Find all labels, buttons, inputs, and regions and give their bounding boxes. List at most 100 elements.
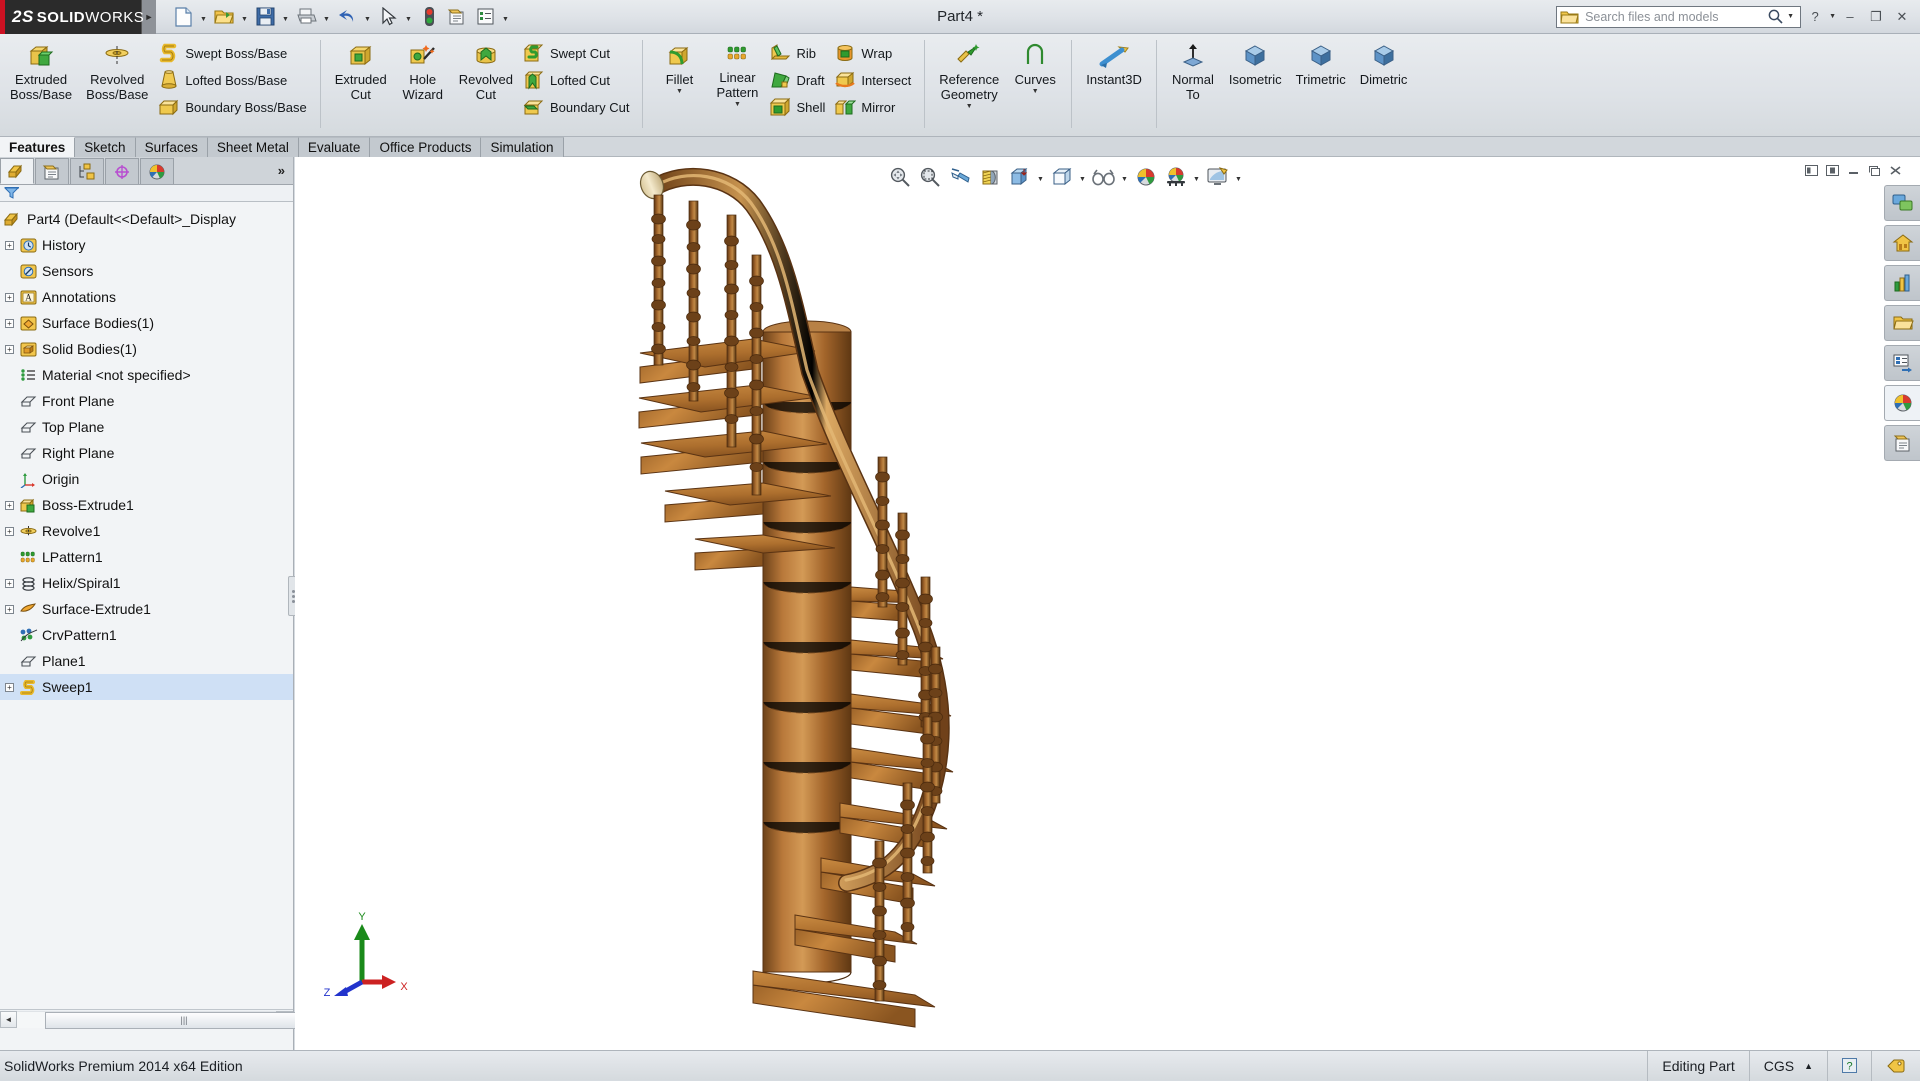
feature-manager-tab[interactable] — [0, 158, 34, 184]
normal-to-button[interactable]: Normal To — [1164, 37, 1222, 105]
lofted-cut-button[interactable]: Lofted Cut — [520, 67, 636, 93]
close-doc-button[interactable] — [1887, 163, 1904, 178]
scroll-track[interactable]: ||| — [17, 1011, 276, 1028]
tree-item-boss-extrude1[interactable]: + Boss-Extrude1 — [0, 492, 293, 518]
expand-boss-extrude1-toggle[interactable]: + — [2, 492, 17, 518]
open-document-dropdown[interactable]: ▼ — [239, 4, 250, 30]
new-document-dropdown[interactable]: ▼ — [198, 4, 209, 30]
tree-item-top-plane[interactable]: Top Plane — [0, 414, 293, 440]
minimize-doc-button[interactable] — [1845, 163, 1862, 178]
configuration-manager-tab[interactable] — [70, 158, 104, 184]
boundary-cut-button[interactable]: Boundary Cut — [520, 94, 636, 120]
select-cursor-button[interactable] — [375, 4, 401, 30]
options-dropdown[interactable]: ▼ — [500, 4, 511, 30]
undo-dropdown[interactable]: ▼ — [362, 4, 373, 30]
tab-sheet-metal[interactable]: Sheet Metal — [208, 137, 299, 157]
view-palette-button[interactable] — [1884, 345, 1920, 381]
new-document-button[interactable] — [170, 4, 196, 30]
isometric-button[interactable]: Isometric — [1222, 37, 1289, 90]
tree-item-annotations[interactable]: + A Annotations — [0, 284, 293, 310]
expand-annotations-toggle[interactable]: + — [2, 284, 17, 310]
tree-item-solid-bodies[interactable]: + Solid Bodies(1) — [0, 336, 293, 362]
tab-simulation[interactable]: Simulation — [481, 137, 563, 157]
curves-dropdown[interactable]: ▼ — [1032, 88, 1039, 96]
tree-item-surface-extrude1[interactable]: + Surface-Extrude1 — [0, 596, 293, 622]
lofted-boss-base-button[interactable]: Lofted Boss/Base — [155, 67, 312, 93]
tree-item-lpattern1[interactable]: LPattern1 — [0, 544, 293, 570]
options-button[interactable] — [472, 4, 498, 30]
expand-solid-bodies-toggle[interactable]: + — [2, 336, 17, 362]
tab-features[interactable]: Features — [0, 137, 75, 157]
minimize-window-button[interactable]: – — [1838, 6, 1862, 28]
tab-office-products[interactable]: Office Products — [370, 137, 481, 157]
print-document-button[interactable] — [293, 4, 319, 30]
expand-surface-extrude1-toggle[interactable]: + — [2, 596, 17, 622]
tree-item-front-plane[interactable]: Front Plane — [0, 388, 293, 414]
status-units-caret[interactable]: ▲ — [1794, 1061, 1813, 1071]
dimxpert-manager-tab[interactable] — [105, 158, 139, 184]
scroll-left-arrow[interactable]: ◄ — [0, 1011, 17, 1028]
search-input[interactable]: Search files and models ▼ — [1556, 6, 1801, 28]
linear-pattern-dropdown[interactable]: ▼ — [734, 101, 741, 109]
search-folder-button[interactable] — [1884, 305, 1920, 341]
tab-sketch[interactable]: Sketch — [75, 137, 135, 157]
appearances-scenes-button[interactable] — [1884, 385, 1920, 421]
reference-geometry-button[interactable]: Reference Geometry ▼ — [932, 37, 1006, 114]
revolved-cut-button[interactable]: Revolved Cut — [452, 37, 520, 105]
tree-item-plane1[interactable]: Plane1 — [0, 648, 293, 674]
tree-item-origin[interactable]: Origin — [0, 466, 293, 492]
restore-doc-button[interactable] — [1866, 163, 1883, 178]
shell-button[interactable]: Shell — [766, 94, 831, 120]
tile-vertical-button[interactable] — [1824, 163, 1841, 178]
linear-pattern-button[interactable]: Linear Pattern ▼ — [708, 37, 766, 112]
wrap-button[interactable]: Wrap — [831, 40, 917, 66]
display-manager-tab[interactable] — [140, 158, 174, 184]
extruded-boss-base-button[interactable]: Extruded Boss/Base — [3, 37, 79, 105]
file-explorer-button[interactable] — [1884, 265, 1920, 301]
mirror-button[interactable]: Mirror — [831, 94, 917, 120]
rib-button[interactable]: Rib — [766, 40, 831, 66]
tab-surfaces[interactable]: Surfaces — [136, 137, 208, 157]
status-help-button[interactable]: ? — [1827, 1051, 1871, 1081]
extruded-cut-button[interactable]: Extruded Cut — [328, 37, 394, 105]
feature-tree-filter-bar[interactable] — [0, 185, 293, 202]
model-spiral-staircase[interactable] — [635, 157, 1355, 1047]
save-document-dropdown[interactable]: ▼ — [280, 4, 291, 30]
curves-button[interactable]: Curves ▼ — [1006, 37, 1064, 99]
custom-properties-button[interactable] — [1884, 425, 1920, 461]
design-library-button[interactable] — [1884, 225, 1920, 261]
property-manager-tab[interactable] — [35, 158, 69, 184]
expand-history-toggle[interactable]: + — [2, 232, 17, 258]
expand-sweep1-toggle[interactable]: + — [2, 674, 17, 700]
print-document-dropdown[interactable]: ▼ — [321, 4, 332, 30]
status-tag-button[interactable] — [1871, 1051, 1920, 1081]
swept-boss-base-button[interactable]: Swept Boss/Base — [155, 40, 312, 66]
restore-window-button[interactable]: ❐ — [1864, 6, 1888, 28]
open-document-button[interactable] — [211, 4, 237, 30]
help-dropdown[interactable]: ▼ — [1829, 13, 1836, 20]
status-units[interactable]: CGS ▲ — [1749, 1051, 1827, 1081]
tab-evaluate[interactable]: Evaluate — [299, 137, 371, 157]
select-dropdown[interactable]: ▼ — [403, 4, 414, 30]
dimetric-button[interactable]: Dimetric — [1353, 37, 1415, 90]
expand-revolve1-toggle[interactable]: + — [2, 518, 17, 544]
search-dropdown[interactable]: ▼ — [1784, 13, 1797, 20]
file-properties-button[interactable] — [444, 4, 470, 30]
fillet-button[interactable]: Fillet ▼ — [650, 37, 708, 99]
tree-item-right-plane[interactable]: Right Plane — [0, 440, 293, 466]
tree-item-sensors[interactable]: Sensors — [0, 258, 293, 284]
tree-item-material[interactable]: Material <not specified> — [0, 362, 293, 388]
draft-button[interactable]: Draft — [766, 67, 831, 93]
graphics-area[interactable]: ▼ ▼ ▼ ▼ ▼ — [295, 157, 1920, 1050]
boundary-boss-base-button[interactable]: Boundary Boss/Base — [155, 94, 312, 120]
tree-item-crvpattern1[interactable]: CrvPattern1 — [0, 622, 293, 648]
tree-item-surface-bodies[interactable]: + Surface Bodies(1) — [0, 310, 293, 336]
solidworks-resources-button[interactable] — [1884, 185, 1920, 221]
fillet-dropdown[interactable]: ▼ — [676, 88, 683, 96]
rebuild-button[interactable] — [416, 4, 442, 30]
help-button[interactable]: ? — [1803, 6, 1827, 28]
swept-cut-button[interactable]: Swept Cut — [520, 40, 636, 66]
tile-horizontal-button[interactable] — [1803, 163, 1820, 178]
expand-helix-spiral1-toggle[interactable]: + — [2, 570, 17, 596]
tree-item-revolve1[interactable]: + Revolve1 — [0, 518, 293, 544]
